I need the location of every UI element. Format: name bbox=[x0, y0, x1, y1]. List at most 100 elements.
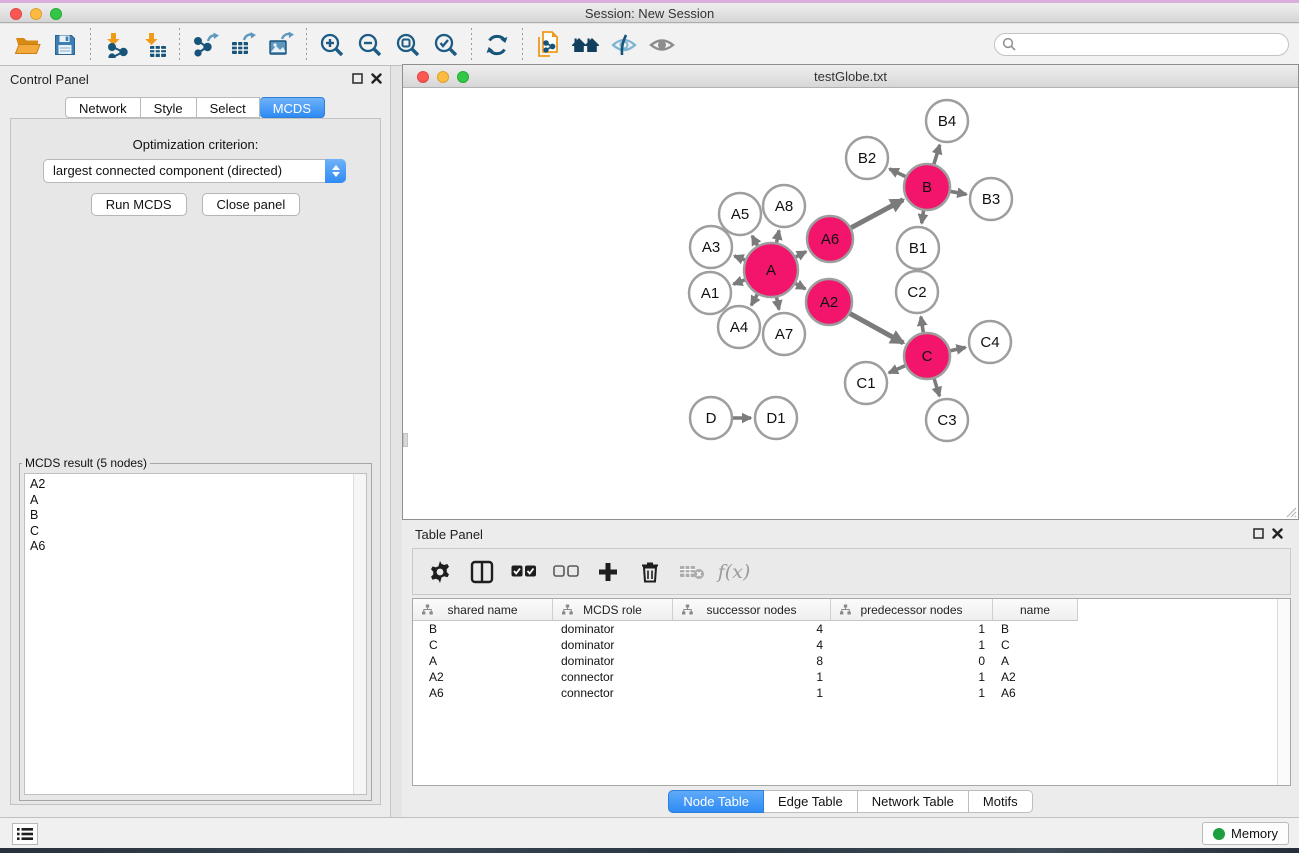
split-divider-handle[interactable] bbox=[403, 433, 408, 447]
mcds-result-item[interactable]: A bbox=[25, 493, 366, 509]
network-graph[interactable]: AA6A2BCA5A8A3A1A4A7B2B4B3B1C2C4C1C3DD1 bbox=[403, 89, 1298, 519]
zoom-out-icon bbox=[357, 32, 383, 58]
zoom-in-button[interactable] bbox=[313, 27, 351, 63]
save-session-button[interactable] bbox=[46, 27, 84, 63]
mcds-result-group: MCDS result (5 nodes) A2ABCA6 bbox=[19, 456, 372, 801]
delete-column-button[interactable] bbox=[637, 559, 663, 585]
table-cell: A bbox=[413, 653, 553, 669]
mcds-result-item[interactable]: A6 bbox=[25, 539, 366, 555]
hide-graphics-details-button[interactable] bbox=[605, 27, 643, 63]
mcds-result-item[interactable]: A2 bbox=[25, 474, 366, 493]
toolbar-separator bbox=[179, 28, 180, 62]
mcds-list-scrollbar[interactable] bbox=[353, 474, 366, 794]
tab-network[interactable]: Network bbox=[65, 97, 141, 118]
close-panel-button[interactable]: Close panel bbox=[202, 193, 301, 216]
close-panel-icon[interactable] bbox=[371, 73, 382, 84]
tab-motifs[interactable]: Motifs bbox=[969, 790, 1033, 813]
tab-select[interactable]: Select bbox=[197, 97, 260, 118]
graph-edge-A-A6[interactable] bbox=[796, 252, 806, 257]
deselect-all-rows-button[interactable] bbox=[553, 559, 579, 585]
graph-edge-A-A1[interactable] bbox=[733, 280, 744, 284]
export-image-button[interactable] bbox=[262, 27, 300, 63]
graph-edge-C-C2[interactable] bbox=[921, 317, 923, 333]
import-network-button[interactable] bbox=[97, 27, 135, 63]
refresh-button[interactable] bbox=[478, 27, 516, 63]
column-header[interactable]: name bbox=[993, 599, 1078, 621]
graph-edge-B-B1[interactable] bbox=[922, 211, 924, 224]
graph-edge-A-A3[interactable] bbox=[734, 256, 745, 260]
graph-edge-B-B4[interactable] bbox=[934, 145, 940, 164]
table-cell: A bbox=[993, 653, 1078, 669]
status-bar: Memory bbox=[0, 817, 1299, 848]
column-header[interactable]: successor nodes bbox=[673, 599, 831, 621]
search-icon bbox=[1002, 37, 1016, 51]
mcds-result-list[interactable]: A2ABCA6 bbox=[24, 473, 367, 795]
table-row[interactable]: A2connector11A2 bbox=[413, 669, 1290, 685]
graph-edge-A-A5[interactable] bbox=[752, 236, 757, 246]
graph-edge-A-A2[interactable] bbox=[796, 284, 806, 289]
table-cell: C bbox=[413, 637, 553, 653]
graph-edge-A-A7[interactable] bbox=[777, 297, 779, 309]
graph-edge-C-C4[interactable] bbox=[950, 347, 965, 350]
float-table-panel-icon[interactable] bbox=[1253, 528, 1264, 539]
column-header[interactable]: predecessor nodes bbox=[831, 599, 993, 621]
graph-node-label-B4: B4 bbox=[938, 113, 956, 130]
zoom-selected-button[interactable] bbox=[427, 27, 465, 63]
table-cell: A2 bbox=[413, 669, 553, 685]
run-mcds-button[interactable]: Run MCDS bbox=[91, 193, 187, 216]
table-settings-button[interactable] bbox=[427, 559, 453, 585]
network-canvas[interactable]: AA6A2BCA5A8A3A1A4A7B2B4B3B1C2C4C1C3DD1 bbox=[403, 89, 1298, 519]
open-file-button[interactable] bbox=[8, 27, 46, 63]
node-table[interactable]: shared nameMCDS rolesuccessor nodesprede… bbox=[412, 598, 1291, 786]
resize-grip-icon[interactable] bbox=[1285, 506, 1297, 518]
table-toolbar: f(x) bbox=[412, 548, 1291, 595]
show-graphics-details-button[interactable] bbox=[643, 27, 681, 63]
hierarchy-icon bbox=[840, 604, 851, 615]
tab-network-table[interactable]: Network Table bbox=[858, 790, 969, 813]
table-row[interactable]: Bdominator41B bbox=[413, 621, 1290, 637]
table-scrollbar[interactable] bbox=[1277, 599, 1290, 785]
graph-edge-B-B2[interactable] bbox=[890, 169, 906, 177]
graph-edge-C-C1[interactable] bbox=[889, 366, 905, 373]
tab-style[interactable]: Style bbox=[141, 97, 197, 118]
graph-edge-C-C3[interactable] bbox=[934, 379, 939, 396]
memory-button[interactable]: Memory bbox=[1202, 822, 1289, 845]
select-all-rows-button[interactable] bbox=[511, 559, 537, 585]
float-panel-icon[interactable] bbox=[352, 73, 363, 84]
optimization-criterion-dropdown[interactable]: largest connected component (directed) bbox=[43, 159, 346, 183]
graph-edge-A-A8[interactable] bbox=[777, 230, 779, 242]
control-panel-title: Control Panel bbox=[10, 72, 89, 87]
trash-icon bbox=[640, 561, 660, 583]
export-table-button[interactable] bbox=[224, 27, 262, 63]
graph-edge-A2-C[interactable] bbox=[850, 314, 903, 343]
home-button[interactable] bbox=[567, 27, 605, 63]
show-columns-button[interactable] bbox=[469, 559, 495, 585]
create-column-button[interactable] bbox=[595, 559, 621, 585]
new-network-from-selection-button[interactable] bbox=[529, 27, 567, 63]
toolbar-separator bbox=[306, 28, 307, 62]
mcds-result-title: MCDS result (5 nodes) bbox=[22, 456, 150, 470]
graph-edge-A6-B[interactable] bbox=[851, 200, 903, 228]
mcds-result-item[interactable]: C bbox=[25, 524, 366, 540]
import-table-button[interactable] bbox=[135, 27, 173, 63]
tab-mcds[interactable]: MCDS bbox=[260, 97, 325, 118]
table-row[interactable]: Adominator80A bbox=[413, 653, 1290, 669]
export-network-button[interactable] bbox=[186, 27, 224, 63]
mcds-result-item[interactable]: B bbox=[25, 508, 366, 524]
close-table-panel-icon[interactable] bbox=[1272, 528, 1283, 539]
tab-edge-table[interactable]: Edge Table bbox=[764, 790, 858, 813]
graph-edge-B-B3[interactable] bbox=[951, 191, 967, 194]
graph-edge-A-A4[interactable] bbox=[751, 294, 757, 305]
table-row[interactable]: A6connector11A6 bbox=[413, 685, 1290, 701]
zoom-fit-button[interactable] bbox=[389, 27, 427, 63]
table-cell: dominator bbox=[553, 653, 673, 669]
task-history-button[interactable] bbox=[12, 823, 38, 845]
zoom-out-button[interactable] bbox=[351, 27, 389, 63]
table-row[interactable]: Cdominator41C bbox=[413, 637, 1290, 653]
optimization-criterion-label: Optimization criterion: bbox=[11, 137, 380, 152]
column-header[interactable]: MCDS role bbox=[553, 599, 673, 621]
column-header[interactable]: shared name bbox=[413, 599, 553, 621]
tab-node-table[interactable]: Node Table bbox=[668, 790, 764, 813]
search-input[interactable] bbox=[994, 33, 1289, 56]
delete-table-icon bbox=[679, 563, 705, 581]
